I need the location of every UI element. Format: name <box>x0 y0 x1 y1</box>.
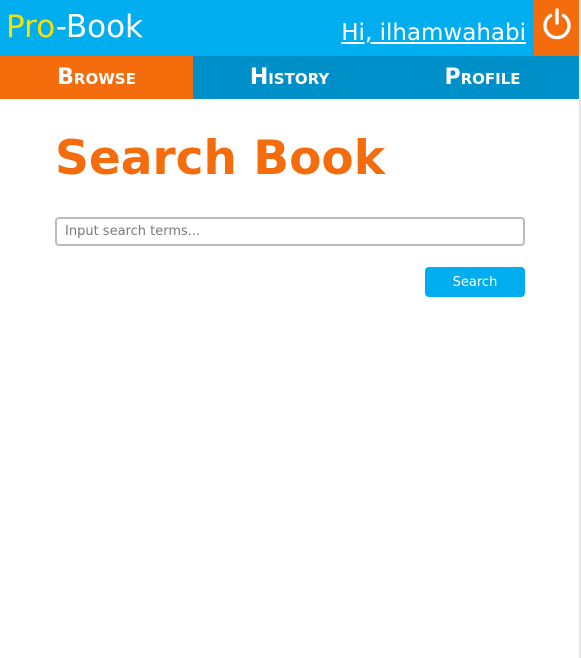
nav-tab-label: History <box>249 65 330 90</box>
user-greeting-link[interactable]: Hi, ilhamwahabi <box>341 19 526 47</box>
main-nav: Browse History Profile <box>0 56 579 99</box>
nav-tab-label: Browse <box>57 65 136 90</box>
main-content: Search Book Search <box>0 99 579 297</box>
nav-tab-history[interactable]: History <box>193 56 386 99</box>
nav-tab-label: Profile <box>444 65 521 90</box>
search-button[interactable]: Search <box>425 267 525 297</box>
app-frame: Pro-Book Hi, ilhamwahabi Browse History … <box>0 0 581 658</box>
power-icon <box>542 8 571 40</box>
logout-button[interactable] <box>534 0 579 56</box>
page-title: Search Book <box>55 131 385 186</box>
header-bar: Pro-Book Hi, ilhamwahabi <box>0 0 579 56</box>
logo-suffix: -Book <box>55 9 143 45</box>
nav-tab-profile[interactable]: Profile <box>386 56 579 99</box>
search-button-row: Search <box>55 267 525 297</box>
app-logo: Pro-Book <box>6 9 143 45</box>
nav-tab-browse[interactable]: Browse <box>0 56 193 99</box>
search-input[interactable] <box>55 217 525 246</box>
logo-prefix: Pro <box>6 9 56 45</box>
